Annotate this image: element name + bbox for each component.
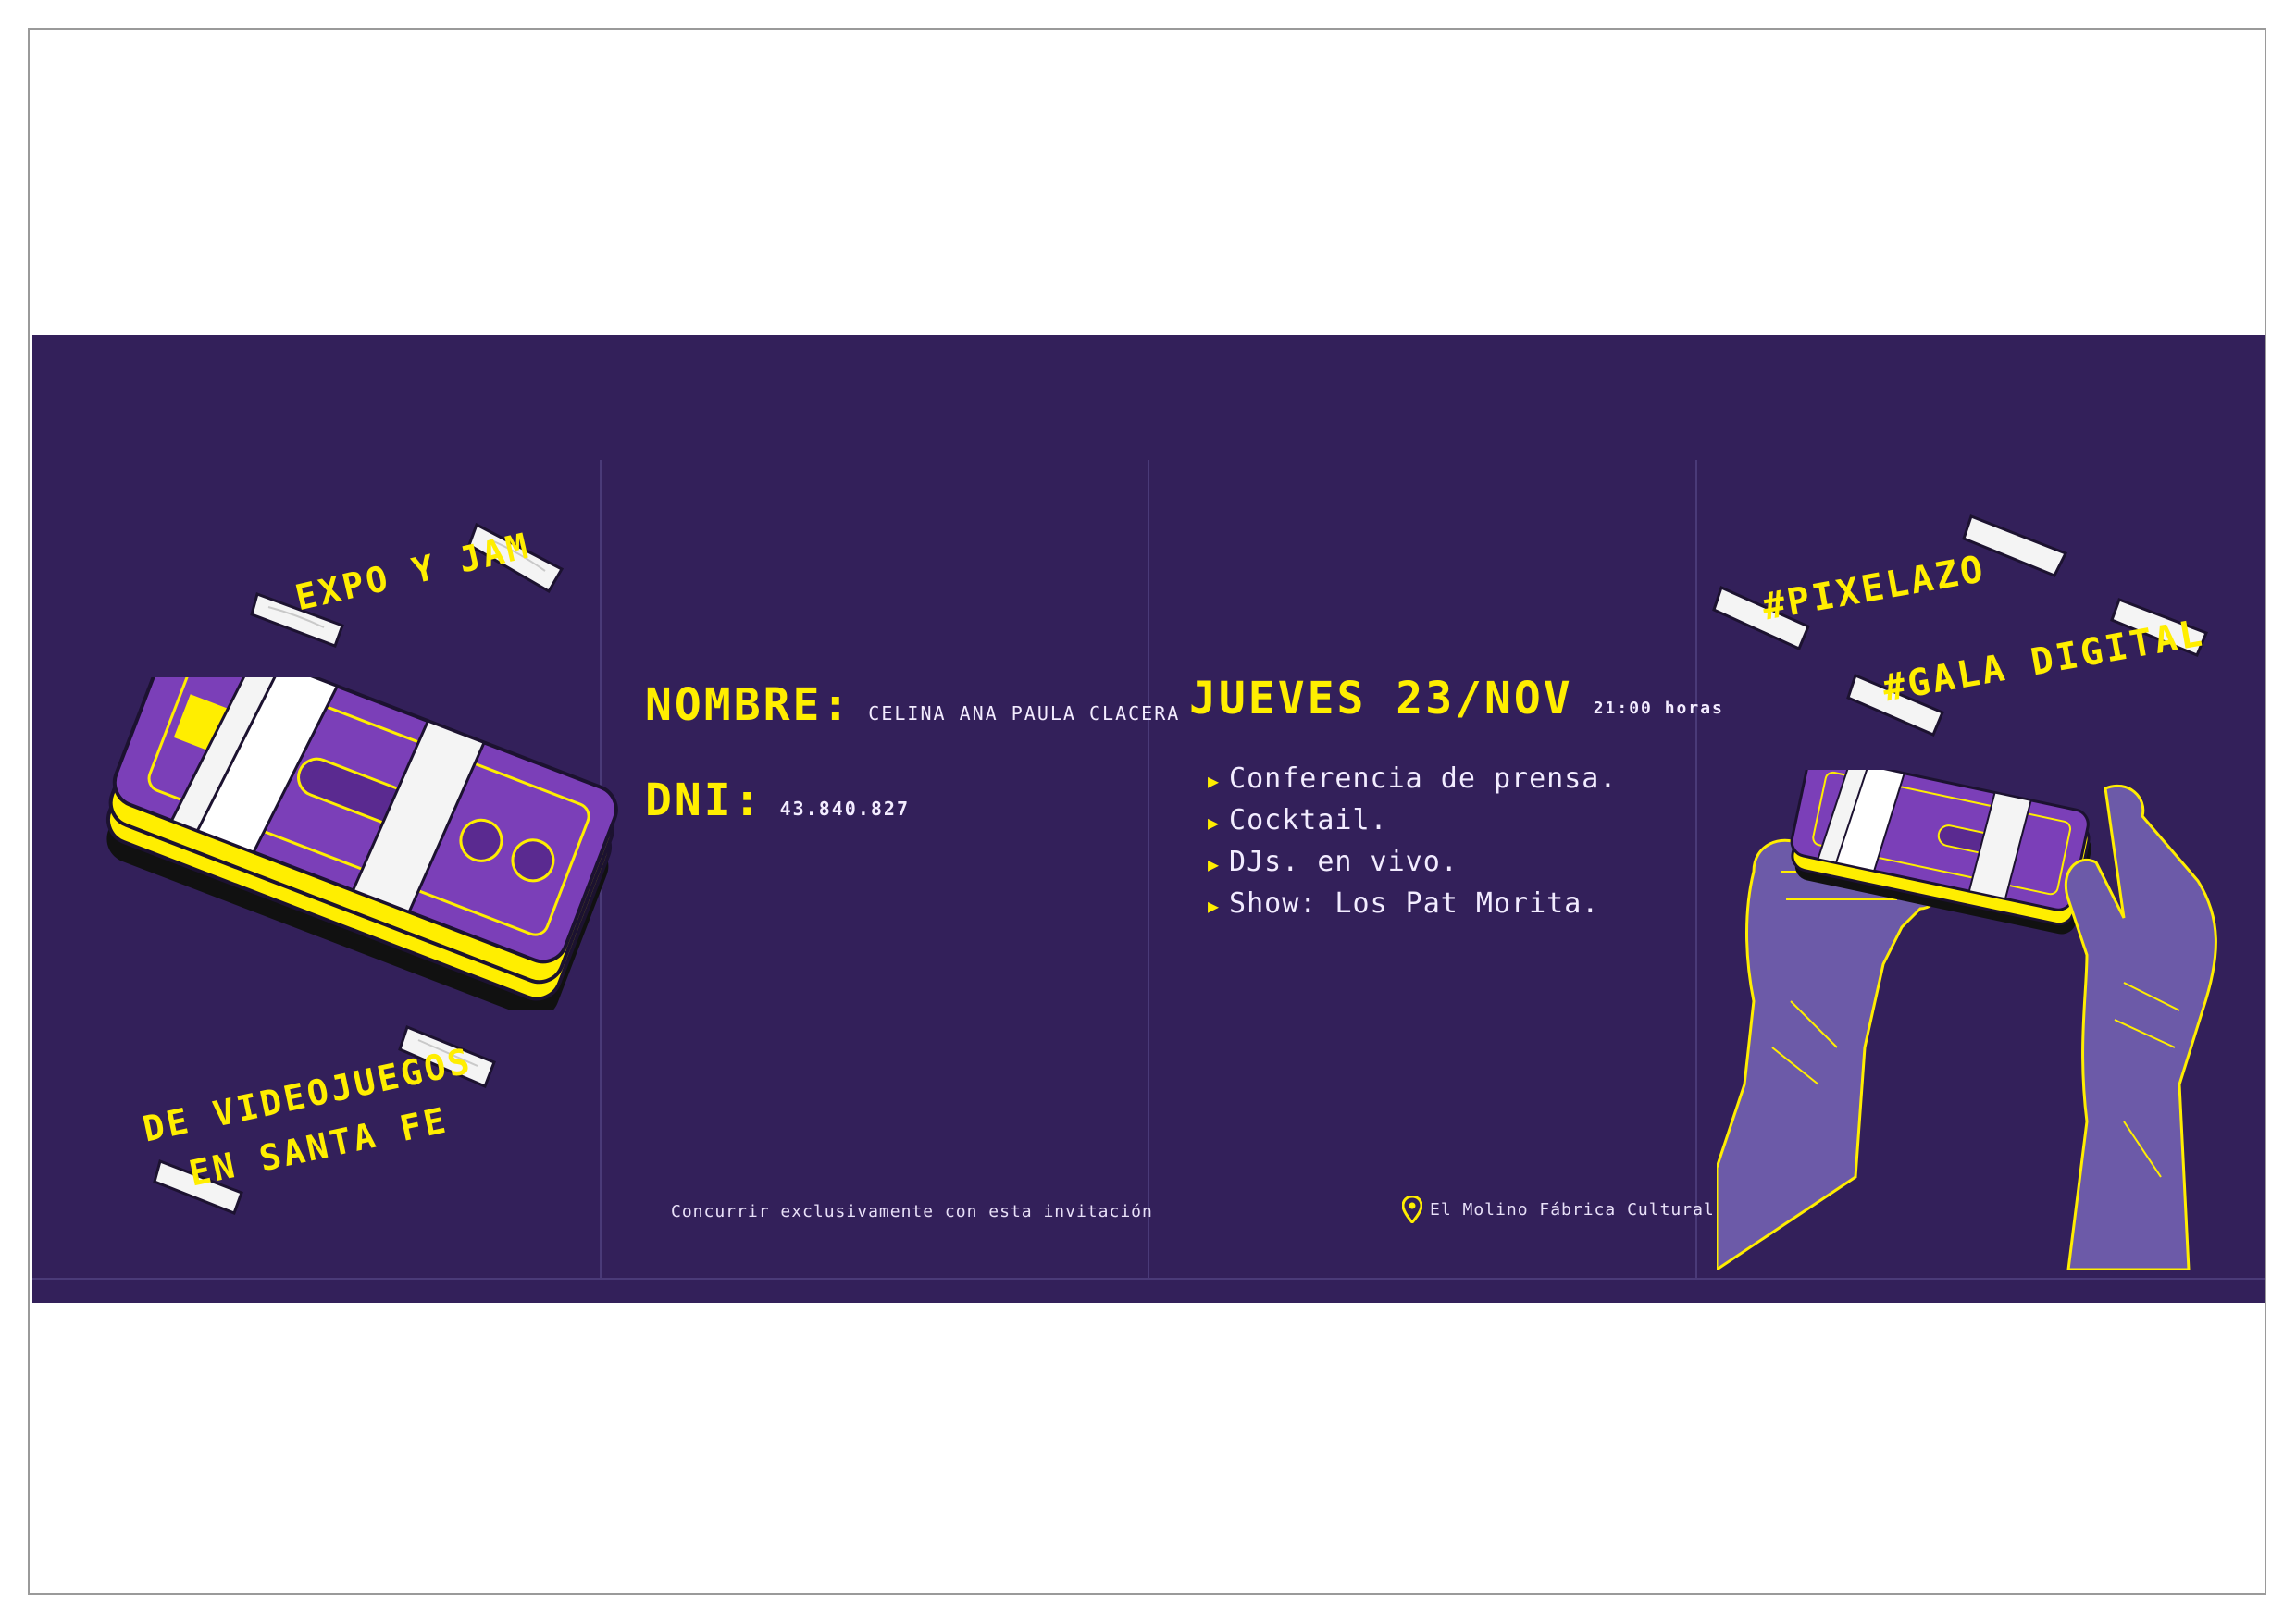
hashtag-pixelazo: #PIXELAZO [1759, 548, 1990, 629]
controller-icon [106, 677, 618, 1010]
dni-label: DNI: [645, 774, 763, 826]
event-date: JUEVES 23/NOV [1189, 673, 1573, 725]
dni-value: 43.840.827 [779, 798, 911, 820]
triangle-bullet-icon: ▶ [1208, 770, 1221, 792]
name-value: CELINA ANA PAULA CLACERA [868, 702, 1181, 725]
list-item: ▶ Show: Los Pat Morita. [1208, 887, 1600, 920]
list-item: ▶ DJs. en vivo. [1208, 846, 1458, 878]
triangle-bullet-icon: ▶ [1208, 812, 1221, 834]
list-item: ▶ Conferencia de prensa. [1208, 762, 1618, 795]
dni-row: DNI: 43.840.827 [645, 774, 910, 826]
panel-divider-2 [1148, 460, 1149, 1279]
event-time: 21:00 horas [1593, 699, 1724, 718]
date-row: JUEVES 23/NOV 21:00 horas [1189, 673, 1724, 725]
triangle-bullet-icon: ▶ [1208, 895, 1221, 917]
triangle-bullet-icon: ▶ [1208, 853, 1221, 875]
invitation-note: Concurrir exclusivamente con esta invita… [671, 1202, 1153, 1221]
invitation-banner: EXPO Y JAM DE VIDEOJUEGOS EN SANTA FE NO… [32, 335, 2265, 1303]
hashtag-gala-digital: #GALA DIGITAL [1880, 612, 2208, 711]
hand-icon [1717, 770, 2217, 1270]
venue-row: El Molino Fábrica Cultural [1402, 1196, 1715, 1223]
venue-name: El Molino Fábrica Cultural [1430, 1199, 1715, 1220]
list-item: ▶ Cocktail. [1208, 804, 1388, 836]
location-pin-icon [1402, 1196, 1422, 1223]
name-label: NOMBRE: [645, 679, 852, 731]
panel-divider-3 [1695, 460, 1697, 1279]
headline-line1: EXPO Y JAM [292, 525, 535, 619]
name-row: NOMBRE: CELINA ANA PAULA CLACERA [645, 679, 1180, 731]
